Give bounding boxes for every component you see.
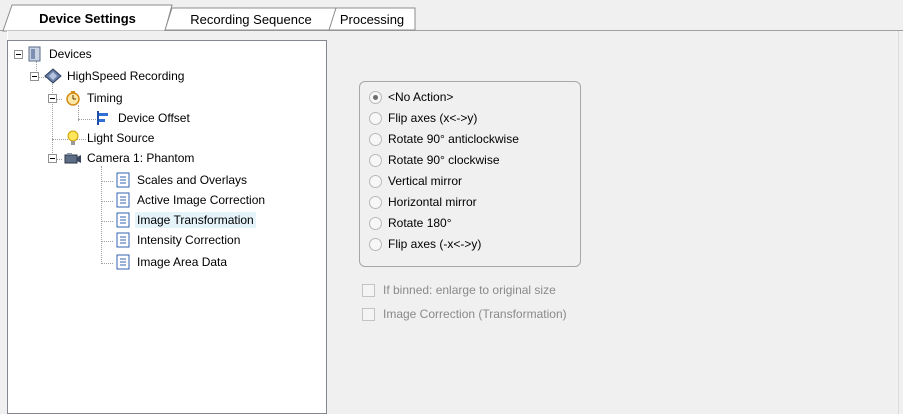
radio-rotate-180[interactable]: Rotate 180° bbox=[369, 213, 452, 233]
radio-flip-axes[interactable]: Flip axes (x<->y) bbox=[369, 108, 477, 128]
radio-label: Rotate 90° clockwise bbox=[388, 153, 500, 167]
radio-no-action[interactable]: <No Action> bbox=[369, 87, 453, 107]
collapse-toggle-timing[interactable] bbox=[48, 94, 57, 103]
tree-item-image-transformation[interactable]: Image Transformation bbox=[114, 210, 256, 230]
radio-vertical-mirror[interactable]: Vertical mirror bbox=[369, 171, 462, 191]
document-lines-icon bbox=[114, 192, 132, 208]
checkbox-box bbox=[362, 307, 375, 321]
offset-bars-icon bbox=[95, 110, 113, 126]
tree-item-label: Camera 1: Phantom bbox=[87, 151, 195, 165]
radio-flip-axes-negative[interactable]: Flip axes (-x<->y) bbox=[369, 234, 481, 254]
tree-item-label: Intensity Correction bbox=[137, 233, 241, 247]
tree-item-highspeed-recording[interactable]: HighSpeed Recording bbox=[44, 66, 186, 86]
radio-indicator bbox=[369, 216, 382, 230]
tab-recording-sequence[interactable]: Recording Sequence bbox=[164, 7, 338, 31]
camera-icon bbox=[64, 150, 82, 166]
tab-device-settings[interactable]: Device Settings bbox=[2, 4, 173, 32]
tab-processing[interactable]: Processing bbox=[328, 7, 416, 31]
tree-item-label: HighSpeed Recording bbox=[67, 69, 185, 83]
checkbox-image-correction[interactable]: Image Correction (Transformation) bbox=[362, 304, 567, 324]
tree-item-label: Light Source bbox=[87, 131, 155, 145]
checkbox-box bbox=[362, 283, 375, 297]
document-lines-icon bbox=[114, 254, 132, 270]
collapse-toggle-devices[interactable] bbox=[14, 50, 23, 59]
radio-horizontal-mirror[interactable]: Horizontal mirror bbox=[369, 192, 477, 212]
radio-indicator bbox=[369, 237, 382, 251]
radio-indicator bbox=[369, 195, 382, 209]
tree-item-image-area-data[interactable]: Image Area Data bbox=[114, 252, 229, 272]
tree-item-device-offset[interactable]: Device Offset bbox=[95, 108, 192, 128]
tree-item-label: Image Area Data bbox=[137, 255, 228, 269]
tree-connector bbox=[101, 263, 113, 264]
radio-label: Flip axes (x<->y) bbox=[388, 111, 478, 125]
tree-item-timing[interactable]: Timing bbox=[64, 88, 125, 108]
tree-item-intensity-correction[interactable]: Intensity Correction bbox=[114, 230, 242, 250]
radio-indicator bbox=[369, 174, 382, 188]
tree-item-camera[interactable]: Camera 1: Phantom bbox=[64, 148, 196, 168]
tree-connector bbox=[101, 241, 113, 242]
tree-item-scales-and-overlays[interactable]: Scales and Overlays bbox=[114, 170, 249, 190]
tree-connector bbox=[52, 81, 53, 161]
radio-label: Horizontal mirror bbox=[388, 195, 477, 209]
tree-item-label: Image Transformation bbox=[135, 212, 256, 228]
checkbox-label: Image Correction (Transformation) bbox=[383, 307, 567, 321]
document-lines-icon bbox=[114, 232, 132, 248]
tab-bar: Device Settings Recording Sequence Proce… bbox=[0, 0, 903, 32]
document-lines-icon bbox=[114, 172, 132, 188]
tree-item-label: Active Image Correction bbox=[137, 193, 266, 207]
collapse-toggle-camera[interactable] bbox=[48, 154, 57, 163]
tab-label: Processing bbox=[339, 11, 405, 27]
tree-connector bbox=[101, 201, 113, 202]
radio-rotate-90-anticlockwise[interactable]: Rotate 90° anticlockwise bbox=[369, 129, 519, 149]
tree-item-light-source[interactable]: Light Source bbox=[64, 128, 156, 148]
radio-label: <No Action> bbox=[388, 90, 454, 104]
radio-indicator bbox=[369, 90, 382, 104]
radio-label: Rotate 90° anticlockwise bbox=[388, 132, 519, 146]
tab-label: Device Settings bbox=[39, 10, 136, 26]
document-lines-icon bbox=[114, 212, 132, 228]
tree-item-devices[interactable]: Devices bbox=[26, 44, 94, 64]
page-divider bbox=[898, 31, 899, 414]
radio-label: Rotate 180° bbox=[388, 216, 452, 230]
tree-item-label: Devices bbox=[49, 47, 92, 61]
radio-indicator bbox=[369, 132, 382, 146]
radio-indicator bbox=[369, 153, 382, 167]
checkbox-label: If binned: enlarge to original size bbox=[383, 283, 556, 297]
light-bulb-icon bbox=[64, 130, 82, 146]
radio-label: Flip axes (-x<->y) bbox=[388, 237, 482, 251]
checkbox-enlarge-if-binned[interactable]: If binned: enlarge to original size bbox=[362, 280, 556, 300]
tree-item-label: Timing bbox=[87, 91, 123, 105]
transformation-options-group: <No Action> Flip axes (x<->y) Rotate 90°… bbox=[359, 81, 581, 267]
tree-item-active-image-correction[interactable]: Active Image Correction bbox=[114, 190, 267, 210]
collapse-toggle-recording[interactable] bbox=[30, 72, 39, 81]
device-tree[interactable]: Devices HighSpeed Recording Timing Devic… bbox=[7, 40, 327, 414]
tree-item-label: Device Offset bbox=[118, 111, 190, 125]
tree-connector bbox=[101, 221, 113, 222]
stopwatch-icon bbox=[64, 90, 82, 106]
radio-label: Vertical mirror bbox=[388, 174, 463, 188]
tree-item-label: Scales and Overlays bbox=[137, 173, 248, 187]
recording-diamond-icon bbox=[44, 68, 62, 84]
device-panel-icon bbox=[26, 46, 44, 62]
tree-connector bbox=[101, 181, 113, 182]
radio-rotate-90-clockwise[interactable]: Rotate 90° clockwise bbox=[369, 150, 500, 170]
tree-connector bbox=[78, 119, 96, 120]
radio-indicator bbox=[369, 111, 382, 125]
tab-label: Recording Sequence bbox=[190, 11, 312, 27]
